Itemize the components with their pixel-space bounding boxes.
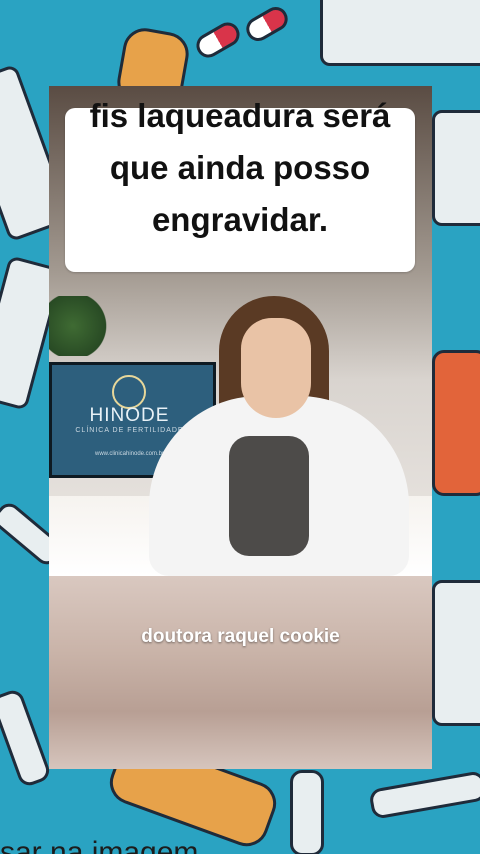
clinic-logo-icon bbox=[112, 375, 146, 409]
footer-text[interactable]: sar na imagem bbox=[0, 836, 198, 854]
blurred-area bbox=[49, 576, 432, 769]
bottle-icon bbox=[432, 350, 480, 496]
video-frame[interactable]: HINODE CLÍNICA DE FERTILIDADE www.clinic… bbox=[49, 86, 432, 769]
plant bbox=[49, 296, 109, 356]
doctor-face bbox=[241, 318, 311, 418]
ampoule-icon bbox=[368, 770, 480, 820]
blister-pack-icon bbox=[432, 580, 480, 726]
doctor-name-label: doutora raquel cookie bbox=[141, 626, 340, 647]
doctor-shirt bbox=[229, 436, 309, 556]
caption-text: fis laqueadura será que ainda posso engr… bbox=[89, 97, 391, 238]
capsule-icon bbox=[241, 2, 293, 46]
ampoule-icon bbox=[0, 687, 53, 789]
monitor-brand: HINODE bbox=[89, 405, 170, 426]
thermometer-icon bbox=[290, 770, 324, 854]
footer-strip: sar na imagem bbox=[0, 820, 250, 854]
blister-pack-icon bbox=[320, 0, 480, 66]
capsule-icon bbox=[192, 18, 244, 62]
blister-pack-icon bbox=[432, 110, 480, 226]
